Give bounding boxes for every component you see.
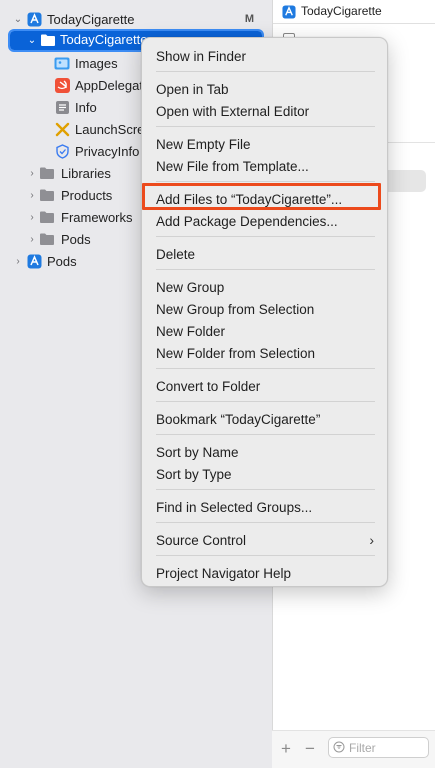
menu-item-label: New Empty File [156, 136, 251, 152]
disclosure-open-icon[interactable]: ⌄ [26, 34, 38, 46]
filter-input[interactable]: Filter [328, 737, 429, 758]
menu-item-label: Convert to Folder [156, 378, 261, 394]
tree-label: PrivacyInfo [75, 143, 140, 159]
menu-separator [156, 555, 375, 556]
menu-item-open-with-external-editor[interactable]: Open with External Editor [147, 100, 384, 122]
menu-item-new-group[interactable]: New Group [147, 276, 384, 298]
xcode-project-icon [281, 4, 297, 20]
tree-label: TodayCigarette [47, 11, 135, 27]
menu-item-bookmark[interactable]: Bookmark “TodayCigarette” [147, 408, 384, 430]
menu-item-show-in-finder[interactable]: Show in Finder [147, 45, 384, 67]
menu-item-new-file-from-template[interactable]: New File from Template... [147, 155, 384, 177]
disclosure-closed-icon[interactable]: › [26, 211, 38, 223]
menu-item-open-in-tab[interactable]: Open in Tab [147, 78, 384, 100]
disclosure-closed-icon[interactable]: › [12, 255, 24, 267]
menu-item-find-in-selected-groups[interactable]: Find in Selected Groups... [147, 496, 384, 518]
swift-file-icon [54, 77, 70, 93]
navigator-filter-bar: + − Filter [272, 730, 435, 768]
plist-icon [54, 99, 70, 115]
menu-separator [156, 522, 375, 523]
xcode-project-icon [26, 253, 42, 269]
tree-row-project[interactable]: ⌄ TodayCigarette M [0, 8, 272, 30]
menu-separator [156, 489, 375, 490]
folder-icon [39, 209, 55, 225]
menu-item-label: Source Control [156, 532, 247, 548]
folder-icon [39, 231, 55, 247]
folder-icon [39, 165, 55, 181]
inspector-title: TodayCigarette [301, 4, 382, 18]
menu-item-label: Bookmark “TodayCigarette” [156, 411, 321, 427]
menu-item-label: Find in Selected Groups... [156, 499, 313, 515]
modified-badge: M [244, 13, 254, 25]
menu-item-label: New Group from Selection [156, 301, 315, 317]
storyboard-icon [54, 121, 70, 137]
tree-label: Info [75, 99, 97, 115]
menu-item-add-files[interactable]: Add Files to “TodayCigarette”... [147, 188, 384, 210]
menu-separator [156, 368, 375, 369]
add-button[interactable]: + [278, 739, 294, 759]
xcode-project-icon [26, 11, 42, 27]
menu-item-label: New Folder [156, 323, 226, 339]
menu-item-delete[interactable]: Delete [147, 243, 384, 265]
menu-item-label: New Folder from Selection [156, 345, 316, 361]
menu-item-label: New Group [156, 279, 225, 295]
menu-item-new-folder[interactable]: New Folder [147, 320, 384, 342]
submenu-chevron-icon: › [369, 532, 374, 548]
disclosure-closed-icon[interactable]: › [26, 189, 38, 201]
menu-separator [156, 126, 375, 127]
menu-separator [156, 181, 375, 182]
menu-item-label: Sort by Type [156, 466, 232, 482]
menu-separator [156, 269, 375, 270]
menu-item-project-navigator-help[interactable]: Project Navigator Help [147, 562, 384, 584]
folder-icon [39, 187, 55, 203]
disclosure-closed-icon[interactable]: › [26, 167, 38, 179]
menu-separator [156, 71, 375, 72]
privacy-manifest-icon [54, 143, 70, 159]
filter-placeholder: Filter [349, 741, 376, 755]
menu-item-add-package-dependencies[interactable]: Add Package Dependencies... [147, 210, 384, 232]
asset-catalog-icon [54, 55, 70, 71]
menu-item-label: Add Files to “TodayCigarette”... [156, 191, 343, 207]
menu-separator [156, 434, 375, 435]
menu-item-label: Add Package Dependencies... [156, 213, 338, 229]
tree-label: Images [75, 55, 118, 71]
tree-label: Pods [61, 231, 91, 247]
menu-item-label: Sort by Name [156, 444, 239, 460]
folder-icon [40, 32, 56, 48]
menu-separator [156, 401, 375, 402]
menu-item-label: Project Navigator Help [156, 565, 292, 581]
menu-item-sort-by-type[interactable]: Sort by Type [147, 463, 384, 485]
menu-item-new-empty-file[interactable]: New Empty File [147, 133, 384, 155]
tree-label: Pods [47, 253, 77, 269]
filter-icon [333, 741, 345, 753]
menu-item-sort-by-name[interactable]: Sort by Name [147, 441, 384, 463]
menu-item-convert-to-folder[interactable]: Convert to Folder [147, 375, 384, 397]
tree-label: Products [61, 187, 113, 203]
menu-item-label: New File from Template... [156, 158, 309, 174]
menu-item-source-control[interactable]: Source Control › [147, 529, 384, 551]
tree-label: AppDelegate [75, 77, 151, 93]
disclosure-closed-icon[interactable]: › [26, 233, 38, 245]
menu-item-new-folder-from-selection[interactable]: New Folder from Selection [147, 342, 384, 364]
tree-label: Libraries [61, 165, 111, 181]
tree-label: LaunchScre [75, 121, 145, 137]
menu-item-label: Open in Tab [156, 81, 229, 97]
menu-item-label: Delete [156, 246, 196, 262]
remove-button[interactable]: − [302, 739, 318, 759]
context-menu: Show in Finder Open in Tab Open with Ext… [141, 37, 388, 587]
tree-label: Frameworks [61, 209, 133, 225]
menu-item-label: Show in Finder [156, 48, 247, 64]
disclosure-open-icon[interactable]: ⌄ [12, 13, 24, 25]
menu-item-new-group-from-selection[interactable]: New Group from Selection [147, 298, 384, 320]
tree-label: TodayCigarette [60, 32, 148, 47]
menu-separator [156, 236, 375, 237]
menu-item-label: Open with External Editor [156, 103, 310, 119]
inspector-header: TodayCigarette [273, 0, 435, 24]
